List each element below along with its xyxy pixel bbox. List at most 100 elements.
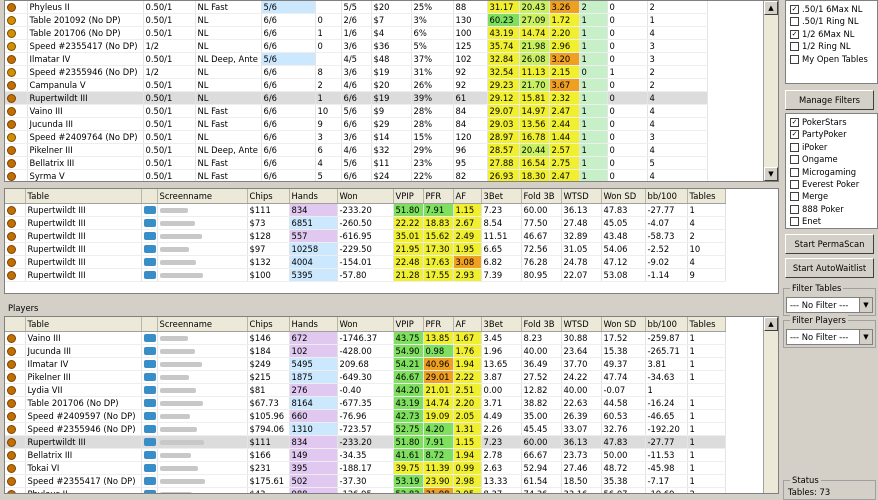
table-row[interactable]: Table 201092 (No DP) 0.50/1 NL 6/6 0 2/6 $7 3% 1…	[5, 13, 765, 27]
column-header[interactable]: Table	[25, 317, 142, 332]
column-header[interactable]: Fold 3B	[521, 317, 562, 332]
column-header[interactable]: PFR	[423, 317, 454, 332]
tables-scrollbar[interactable]: ▲ ▼	[763, 1, 778, 181]
column-header[interactable]: Screenname	[157, 317, 248, 332]
column-header[interactable]: Screenname	[157, 189, 248, 204]
filter-checkbox-item[interactable]: Microgaming	[790, 166, 856, 178]
column-header[interactable]: Table	[25, 189, 142, 204]
table-row[interactable]: Ilmatar IV 0.50/1 NL Deep, Ante 5/6 4/5 $48 37…	[5, 52, 765, 66]
start-autowaitlist-button[interactable]: Start AutoWaitlist	[785, 258, 874, 278]
filter-checkbox-item[interactable]: ✓ PokerStars	[790, 116, 847, 128]
filter-checkbox-item[interactable]: ✓ PartyPoker	[790, 128, 847, 140]
chevron-down-icon[interactable]: ▼	[859, 298, 872, 312]
table-row[interactable]: Syrma V 0.50/1 NL Fast 6/6 5 6/6 $24 22% 82 26.93…	[5, 169, 765, 181]
player-row[interactable]: Rupertwildt III $97 10258 -229.50 21.95 17.30…	[5, 242, 726, 256]
column-header[interactable]: bb/100	[645, 317, 688, 332]
player-row[interactable]: Rupertwildt III $111 834 -233.20 51.80 7.91 1.…	[5, 435, 726, 449]
table-row[interactable]: Jucunda III 0.50/1 NL Fast 6/6 9 6/6 $29 28% 84 2…	[5, 117, 765, 131]
checkbox[interactable]	[790, 155, 799, 165]
player-row[interactable]: Vaino III $146 672 -1746.37 43.75 13.85 1.67 3.…	[5, 331, 726, 345]
player-row[interactable]: Pikelner III $215 1875 -649.30 46.67 29.01 2.2…	[5, 370, 726, 384]
checkbox[interactable]	[790, 180, 799, 189]
filter-checkbox-item[interactable]: Ongame	[790, 153, 838, 165]
checkbox[interactable]: ✓	[790, 29, 799, 39]
manage-filters-button[interactable]: Manage Filters	[785, 90, 874, 110]
filter-checkbox-item[interactable]: iPoker	[790, 141, 827, 153]
table-row[interactable]: Table 201706 (No DP) 0.50/1 NL 6/6 1 1/6 $4 6% 1…	[5, 26, 765, 40]
filter-checkbox-item[interactable]: Merge	[790, 190, 828, 202]
column-header[interactable]: Hands	[289, 317, 338, 332]
player-row[interactable]: Rupertwildt III $111 834 -233.20 51.80 7.91 1.…	[5, 203, 726, 217]
column-header[interactable]	[141, 317, 158, 332]
player-row[interactable]: Rupertwildt III $132 4004 -154.01 22.48 17.63…	[5, 255, 726, 269]
scroll-down-button[interactable]: ▼	[764, 167, 778, 181]
filter-checkbox-item[interactable]: 888 Poker	[790, 203, 844, 215]
column-header[interactable]: AF	[453, 189, 482, 204]
checkbox[interactable]	[790, 54, 799, 64]
table-row[interactable]: Rupertwildt III 0.50/1 NL 6/6 1 6/6 $19 39% 61 29…	[5, 91, 765, 105]
player-row[interactable]: Speed #2355946 (No DP) $794.06 1310 -723.57…	[5, 422, 726, 436]
table-row[interactable]: Speed #2409764 (No DP) 0.50/1 NL 6/6 3 3/6 $14…	[5, 130, 765, 144]
column-header[interactable]: Hands	[289, 189, 338, 204]
player-row[interactable]: Rupertwildt III $73 6851 -260.50 22.22 18.83 2…	[5, 216, 726, 230]
player-row[interactable]: Tokai VI $231 395 -188.17 39.75 11.39 0.99 2.63…	[5, 461, 726, 475]
filter-checkbox-item[interactable]: Everest Poker	[790, 178, 859, 190]
column-header[interactable]: Won SD	[601, 189, 646, 204]
checkbox[interactable]	[790, 192, 799, 202]
player-row[interactable]: Speed #2355417 (No DP) $175.61 502 -37.30 53…	[5, 474, 726, 488]
column-header[interactable]: WTSD	[561, 317, 602, 332]
filter-checkbox-item[interactable]: 1/2 Ring NL	[790, 40, 851, 52]
player-row[interactable]: Rupertwildt III $128 557 -616.95 35.01 15.62 2…	[5, 229, 726, 243]
table-row[interactable]: Pikelner III 0.50/1 NL Deep, Ante 6/6 6 4/6 $3…	[5, 143, 765, 157]
player-row[interactable]: Ilmatar IV $249 5495 209.68 54.21 40.96 1.94 13…	[5, 357, 726, 371]
checkbox[interactable]: ✓	[790, 5, 799, 14]
filter-tables-select[interactable]: --- No Filter --- ▼	[786, 297, 873, 313]
column-header[interactable]: VPIP	[393, 317, 424, 332]
column-header[interactable]: Won	[337, 317, 394, 332]
table-row[interactable]: Phyleus II 0.50/1 NL Fast 5/6 5/5 $20 25% 88 31.…	[5, 1, 765, 14]
column-header[interactable]: Fold 3B	[521, 189, 562, 204]
column-header[interactable]: Won SD	[601, 317, 646, 332]
checkbox[interactable]	[790, 42, 799, 52]
table-row[interactable]: Speed #2355946 (No DP) 1/2 NL 6/6 8 3/6 $19 31%…	[5, 65, 765, 79]
player-row[interactable]: Speed #2409597 (No DP) $105.96 660 -76.96 42…	[5, 409, 726, 423]
filter-checkbox-item[interactable]: ✓ .50/1 6Max NL	[790, 3, 862, 15]
column-header[interactable]: VPIP	[393, 189, 424, 204]
checkbox[interactable]	[790, 204, 799, 214]
filter-checkbox-item[interactable]: Enet	[790, 215, 821, 227]
checkbox[interactable]	[790, 217, 799, 227]
table-row[interactable]: Campanula V 0.50/1 NL 6/6 2 4/6 $20 26% 92 29.23 2…	[5, 78, 765, 92]
column-header[interactable]: Won	[337, 189, 394, 204]
filter-checkbox-item[interactable]: ✓ 1/2 6Max NL	[790, 28, 854, 40]
checkbox[interactable]	[790, 167, 799, 177]
filter-checkbox-item[interactable]: .50/1 Ring NL	[790, 15, 859, 27]
player-row[interactable]: Rupertwildt III $100 5395 -57.80 21.28 17.55 2…	[5, 268, 726, 282]
checkbox[interactable]	[790, 142, 799, 152]
column-header[interactable]	[141, 189, 158, 204]
table-row[interactable]: Speed #2355417 (No DP) 1/2 NL 6/6 0 3/6 $36 5% 1…	[5, 39, 765, 53]
column-header[interactable]: Chips	[247, 189, 290, 204]
column-header[interactable]: bb/100	[645, 189, 688, 204]
checkbox[interactable]: ✓	[790, 118, 799, 127]
column-header[interactable]: Chips	[247, 317, 290, 332]
player-row[interactable]: Lydia VII $81 276 -0.40 44.20 21.01 2.51 0.00 12…	[5, 383, 726, 397]
table-row[interactable]: Vaino III 0.50/1 NL Fast 6/6 10 5/6 $9 28% 84 29.…	[5, 104, 765, 118]
filter-checkbox-item[interactable]: My Open Tables	[790, 53, 868, 65]
player-row[interactable]: Table 201706 (No DP) $67.73 8164 -677.35 43.…	[5, 396, 726, 410]
player-row[interactable]: Bellatrix III $166 149 -34.35 41.61 8.72 1.94 2…	[5, 448, 726, 462]
column-header[interactable]: Tables	[687, 189, 726, 204]
table-row[interactable]: Bellatrix III 0.50/1 NL Fast 6/6 4 5/6 $11 23% 9…	[5, 156, 765, 170]
player-row[interactable]: Phyleus II $43 988 -126.95 52.83 31.98 2.95 8.3…	[5, 487, 726, 493]
filter-players-select[interactable]: --- No Filter --- ▼	[786, 329, 873, 345]
column-header[interactable]: Tables	[687, 317, 726, 332]
column-header[interactable]: WTSD	[561, 189, 602, 204]
checkbox[interactable]: ✓	[790, 130, 799, 140]
chevron-down-icon[interactable]: ▼	[859, 330, 872, 344]
checkbox[interactable]	[790, 17, 799, 27]
scroll-up-button[interactable]: ▲	[764, 1, 778, 15]
column-header[interactable]: PFR	[423, 189, 454, 204]
start-permascan-button[interactable]: Start PermaScan	[785, 234, 874, 254]
player-row[interactable]: Jucunda III $184 102 -428.00 54.90 0.98 1.76 1.…	[5, 344, 726, 358]
column-header[interactable]: 3Bet	[481, 317, 522, 332]
column-header[interactable]: 3Bet	[481, 189, 522, 204]
